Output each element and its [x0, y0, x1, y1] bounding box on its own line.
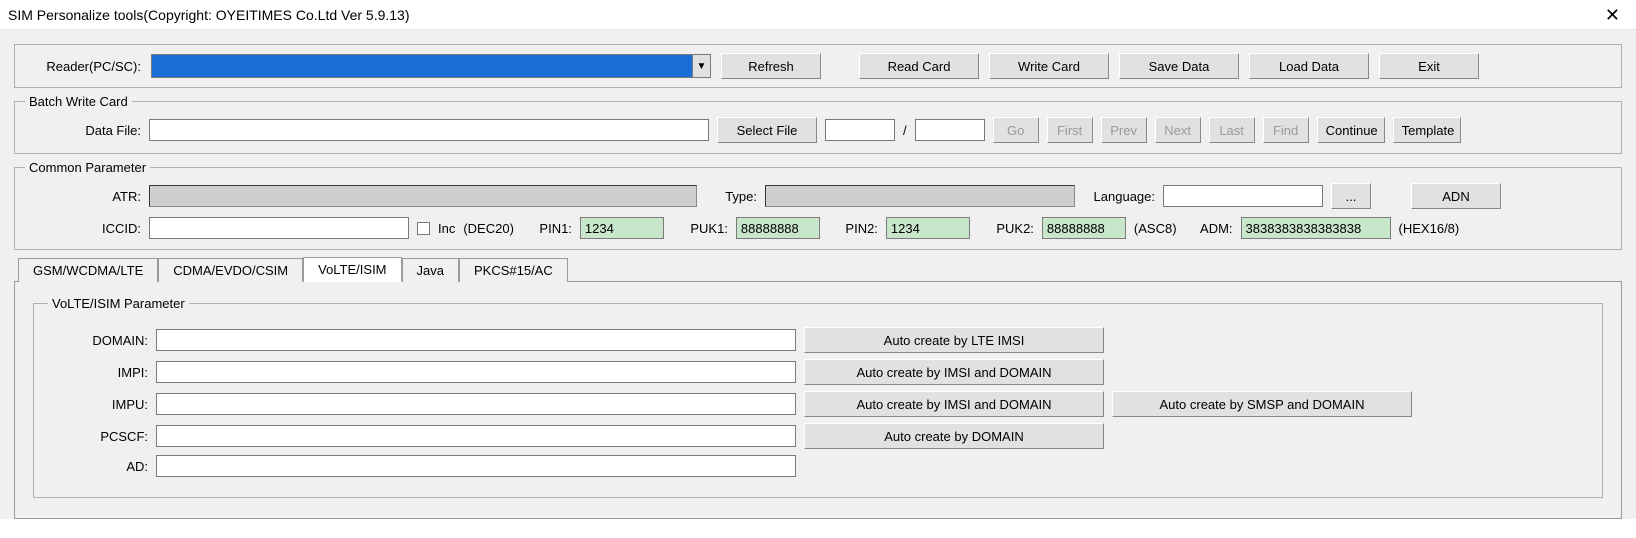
puk2-field[interactable]: 88888888: [1042, 217, 1126, 239]
type-label: Type:: [705, 189, 757, 204]
common-group: Common Parameter ATR: Type: Language: ..…: [14, 160, 1622, 250]
type-field: [765, 185, 1075, 207]
save-data-button[interactable]: Save Data: [1119, 53, 1239, 79]
tabs-bar: GSM/WCDMA/LTE CDMA/EVDO/CSIM VoLTE/ISIM …: [14, 256, 1622, 281]
tab-panel-volte: VoLTE/ISIM Parameter DOMAIN: Auto create…: [14, 281, 1622, 519]
domain-input[interactable]: [156, 329, 796, 351]
read-card-button[interactable]: Read Card: [859, 53, 979, 79]
puk2-label: PUK2:: [978, 221, 1034, 236]
language-input[interactable]: [1163, 185, 1323, 207]
pin1-field[interactable]: 1234: [580, 217, 664, 239]
ad-input[interactable]: [156, 455, 796, 477]
impi-label: IMPI:: [48, 365, 148, 380]
chevron-down-icon[interactable]: ▼: [692, 55, 710, 77]
tab-java[interactable]: Java: [402, 258, 459, 282]
pcscf-input[interactable]: [156, 425, 796, 447]
refresh-button[interactable]: Refresh: [721, 53, 821, 79]
pin2-label: PIN2:: [828, 221, 878, 236]
auto-smsp-domain-button[interactable]: Auto create by SMSP and DOMAIN: [1112, 391, 1412, 417]
impi-input[interactable]: [156, 361, 796, 383]
first-button[interactable]: First: [1047, 117, 1093, 143]
auto-imsi-domain-impu-button[interactable]: Auto create by IMSI and DOMAIN: [804, 391, 1104, 417]
batch-legend: Batch Write Card: [25, 94, 132, 109]
title-bar: SIM Personalize tools(Copyright: OYEITIM…: [0, 0, 1636, 30]
next-button[interactable]: Next: [1155, 117, 1201, 143]
pin2-field[interactable]: 1234: [886, 217, 970, 239]
go-button[interactable]: Go: [993, 117, 1039, 143]
auto-lte-imsi-button[interactable]: Auto create by LTE IMSI: [804, 327, 1104, 353]
reader-combobox-field[interactable]: [152, 55, 692, 77]
exit-button[interactable]: Exit: [1379, 53, 1479, 79]
pcscf-label: PCSCF:: [48, 429, 148, 444]
inc-checkbox[interactable]: [417, 222, 430, 235]
adn-button[interactable]: ADN: [1411, 183, 1501, 209]
batch-from-input[interactable]: [825, 119, 895, 141]
window-title: SIM Personalize tools(Copyright: OYEITIM…: [8, 7, 410, 23]
write-card-button[interactable]: Write Card: [989, 53, 1109, 79]
inc-label: Inc: [438, 221, 455, 236]
puk1-label: PUK1:: [672, 221, 728, 236]
common-legend: Common Parameter: [25, 160, 150, 175]
continue-button[interactable]: Continue: [1317, 117, 1385, 143]
tab-volte[interactable]: VoLTE/ISIM: [303, 257, 401, 282]
iccid-label: ICCID:: [25, 221, 141, 236]
data-file-label: Data File:: [25, 123, 141, 138]
dec20-label: (DEC20): [463, 221, 514, 236]
find-button[interactable]: Find: [1263, 117, 1309, 143]
auto-domain-button[interactable]: Auto create by DOMAIN: [804, 423, 1104, 449]
hex168-label: (HEX16/8): [1399, 221, 1460, 236]
language-browse-button[interactable]: ...: [1331, 183, 1371, 209]
reader-group: Reader(PC/SC): ▼ Refresh Read Card Write…: [14, 44, 1622, 88]
domain-label: DOMAIN:: [48, 333, 148, 348]
tab-gsm[interactable]: GSM/WCDMA/LTE: [18, 258, 158, 282]
pin1-label: PIN1:: [522, 221, 572, 236]
last-button[interactable]: Last: [1209, 117, 1255, 143]
prev-button[interactable]: Prev: [1101, 117, 1147, 143]
impu-label: IMPU:: [48, 397, 148, 412]
slash-label: /: [903, 123, 907, 138]
select-file-button[interactable]: Select File: [717, 117, 817, 143]
batch-to-input[interactable]: [915, 119, 985, 141]
auto-imsi-domain-impi-button[interactable]: Auto create by IMSI and DOMAIN: [804, 359, 1104, 385]
main-content: Reader(PC/SC): ▼ Refresh Read Card Write…: [0, 30, 1636, 519]
volte-param-group: VoLTE/ISIM Parameter DOMAIN: Auto create…: [33, 296, 1603, 498]
asc8-label: (ASC8): [1134, 221, 1177, 236]
iccid-input[interactable]: [149, 217, 409, 239]
adm-label: ADM:: [1185, 221, 1233, 236]
template-button[interactable]: Template: [1393, 117, 1461, 143]
ad-label: AD:: [48, 459, 148, 474]
reader-label: Reader(PC/SC):: [25, 59, 141, 74]
atr-field: [149, 185, 697, 207]
close-icon[interactable]: ✕: [1597, 2, 1628, 28]
atr-label: ATR:: [25, 189, 141, 204]
reader-combobox[interactable]: ▼: [151, 54, 711, 78]
language-label: Language:: [1083, 189, 1155, 204]
batch-group: Batch Write Card Data File: Select File …: [14, 94, 1622, 154]
adm-field[interactable]: 3838383838383838: [1241, 217, 1391, 239]
tab-cdma[interactable]: CDMA/EVDO/CSIM: [158, 258, 303, 282]
impu-input[interactable]: [156, 393, 796, 415]
tab-pkcs15[interactable]: PKCS#15/AC: [459, 258, 568, 282]
data-file-input[interactable]: [149, 119, 709, 141]
load-data-button[interactable]: Load Data: [1249, 53, 1369, 79]
puk1-field[interactable]: 88888888: [736, 217, 820, 239]
volte-legend: VoLTE/ISIM Parameter: [48, 296, 189, 311]
